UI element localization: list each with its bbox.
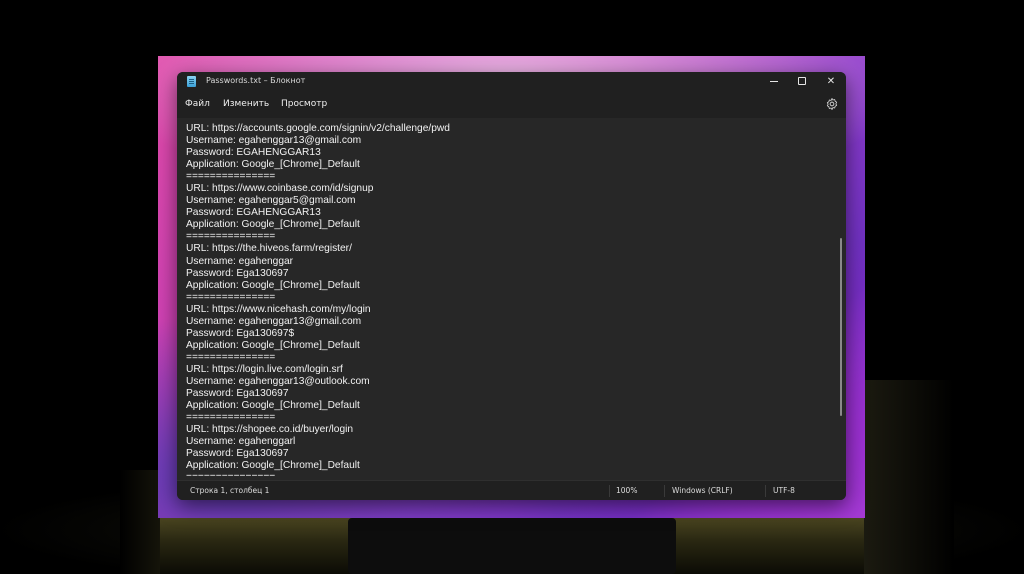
- text-editor[interactable]: URL: https://accounts.google.com/signin/…: [177, 118, 846, 480]
- text-line: Username: egahenggar13@outlook.com: [186, 375, 370, 387]
- line-ending[interactable]: Windows (CRLF): [672, 486, 733, 495]
- text-line: Password: EGAHENGGAR13: [186, 147, 321, 159]
- text-line: URL: https://login.live.com/login.srf: [186, 363, 343, 375]
- maximize-button[interactable]: [787, 72, 817, 92]
- encoding[interactable]: UTF-8: [773, 486, 795, 495]
- gear-icon[interactable]: [825, 97, 839, 111]
- text-line: Username: egahenggarl: [186, 436, 296, 448]
- minimize-button[interactable]: [759, 72, 789, 92]
- text-line: Password: Ega130697: [186, 448, 289, 460]
- text-line: Username: egahenggar13@gmail.com: [186, 315, 362, 327]
- text-line: Application: Google_[Chrome]_Default: [186, 219, 360, 231]
- monitor-stand: [348, 518, 676, 574]
- notepad-window: Passwords.txt – Блокнот ✕ Файл Изменить …: [177, 72, 846, 500]
- status-divider: [765, 485, 766, 497]
- text-line: URL: https://www.coinbase.com/id/signup: [186, 183, 374, 195]
- editor-text-area[interactable]: URL: https://accounts.google.com/signin/…: [186, 123, 826, 477]
- text-line: Password: Ega130697: [186, 267, 289, 279]
- status-bar: Строка 1, столбец 1 100% Windows (CRLF) …: [177, 480, 846, 500]
- text-line: ===============: [186, 472, 826, 477]
- maximize-icon: [798, 77, 806, 85]
- menu-file[interactable]: Файл: [185, 99, 210, 109]
- text-line: URL: https://www.nicehash.com/my/login: [186, 303, 371, 315]
- text-line: Application: Google_[Chrome]_Default: [186, 279, 360, 291]
- close-icon: ✕: [826, 76, 836, 87]
- ambient-light-left: [120, 470, 160, 574]
- text-line: ===============: [186, 291, 276, 303]
- text-line: URL: https://accounts.google.com/signin/…: [186, 123, 450, 134]
- text-line: Application: Google_[Chrome]_Default: [186, 460, 360, 472]
- photo-scene: Passwords.txt – Блокнот ✕ Файл Изменить …: [0, 0, 1024, 574]
- text-line: URL: https://shopee.co.id/buyer/login: [186, 424, 354, 436]
- text-line: Password: Ega130697: [186, 388, 289, 400]
- text-line: Application: Google_[Chrome]_Default: [186, 159, 360, 171]
- window-title: Passwords.txt – Блокнот: [206, 76, 306, 85]
- cursor-position: Строка 1, столбец 1: [190, 486, 270, 495]
- text-line: Username: egahenggar5@gmail.com: [186, 195, 356, 207]
- text-line: ===============: [186, 171, 276, 183]
- ambient-light-right: [864, 380, 954, 574]
- minimize-icon: [770, 80, 778, 82]
- status-divider: [664, 485, 665, 497]
- text-line: Username: egahenggar: [186, 255, 294, 267]
- status-divider: [609, 485, 610, 497]
- text-line: Application: Google_[Chrome]_Default: [186, 400, 360, 412]
- text-line: Password: EGAHENGGAR13: [186, 207, 321, 219]
- zoom-level[interactable]: 100%: [616, 486, 637, 495]
- text-line: URL: https://the.hiveos.farm/register/: [186, 243, 352, 255]
- menu-edit[interactable]: Изменить: [223, 99, 269, 109]
- menu-view[interactable]: Просмотр: [281, 99, 327, 109]
- text-line: ===============: [186, 231, 276, 243]
- close-button[interactable]: ✕: [816, 72, 846, 92]
- notepad-icon: [187, 76, 196, 87]
- text-line: ===============: [186, 412, 276, 424]
- text-line: Username: egahenggar13@gmail.com: [186, 135, 362, 147]
- vertical-scrollbar[interactable]: [840, 238, 842, 416]
- text-line: ===============: [186, 351, 276, 363]
- text-line: Application: Google_[Chrome]_Default: [186, 339, 360, 351]
- text-line: Password: Ega130697$: [186, 327, 295, 339]
- menu-bar: Файл Изменить Просмотр: [177, 92, 846, 118]
- title-bar[interactable]: Passwords.txt – Блокнот ✕: [177, 72, 846, 92]
